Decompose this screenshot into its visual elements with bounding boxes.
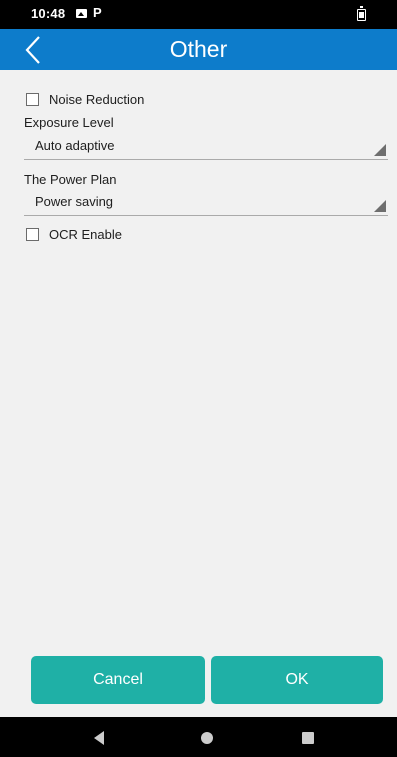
status-bar: 10:48 P: [0, 0, 397, 29]
exposure-level-dropdown[interactable]: Auto adaptive: [24, 135, 388, 160]
recents-square-icon[interactable]: [302, 732, 314, 744]
navigation-bar: [0, 717, 397, 757]
noise-reduction-label: Noise Reduction: [49, 91, 145, 107]
ocr-enable-label: OCR Enable: [49, 226, 122, 242]
power-plan-label: The Power Plan: [24, 172, 117, 187]
p-notification-icon: P: [93, 5, 102, 20]
dropdown-arrow-icon: [374, 144, 386, 156]
back-triangle-icon[interactable]: [94, 731, 104, 745]
app-bar: Other: [0, 29, 397, 70]
checkbox-box[interactable]: [26, 92, 39, 106]
page-title: Other: [169, 36, 228, 62]
dropdown-arrow-icon: [374, 200, 386, 212]
cancel-button[interactable]: Cancel: [31, 656, 205, 704]
power-plan-value: Power saving: [35, 194, 114, 209]
image-notification-icon: [76, 9, 87, 18]
exposure-level-value: Auto adaptive: [35, 138, 115, 153]
noise-reduction-checkbox[interactable]: Noise Reduction: [26, 89, 144, 109]
screen: 10:48 P Other Noise Reduction Exposure L…: [0, 0, 397, 757]
ok-button[interactable]: OK: [211, 656, 383, 704]
ocr-enable-checkbox[interactable]: OCR Enable: [26, 224, 122, 244]
exposure-level-label: Exposure Level: [24, 115, 114, 130]
home-circle-icon[interactable]: [201, 732, 213, 744]
battery-icon: [357, 6, 366, 21]
status-time: 10:48: [31, 6, 66, 21]
power-plan-dropdown[interactable]: Power saving: [24, 191, 388, 216]
checkbox-box[interactable]: [26, 227, 39, 241]
